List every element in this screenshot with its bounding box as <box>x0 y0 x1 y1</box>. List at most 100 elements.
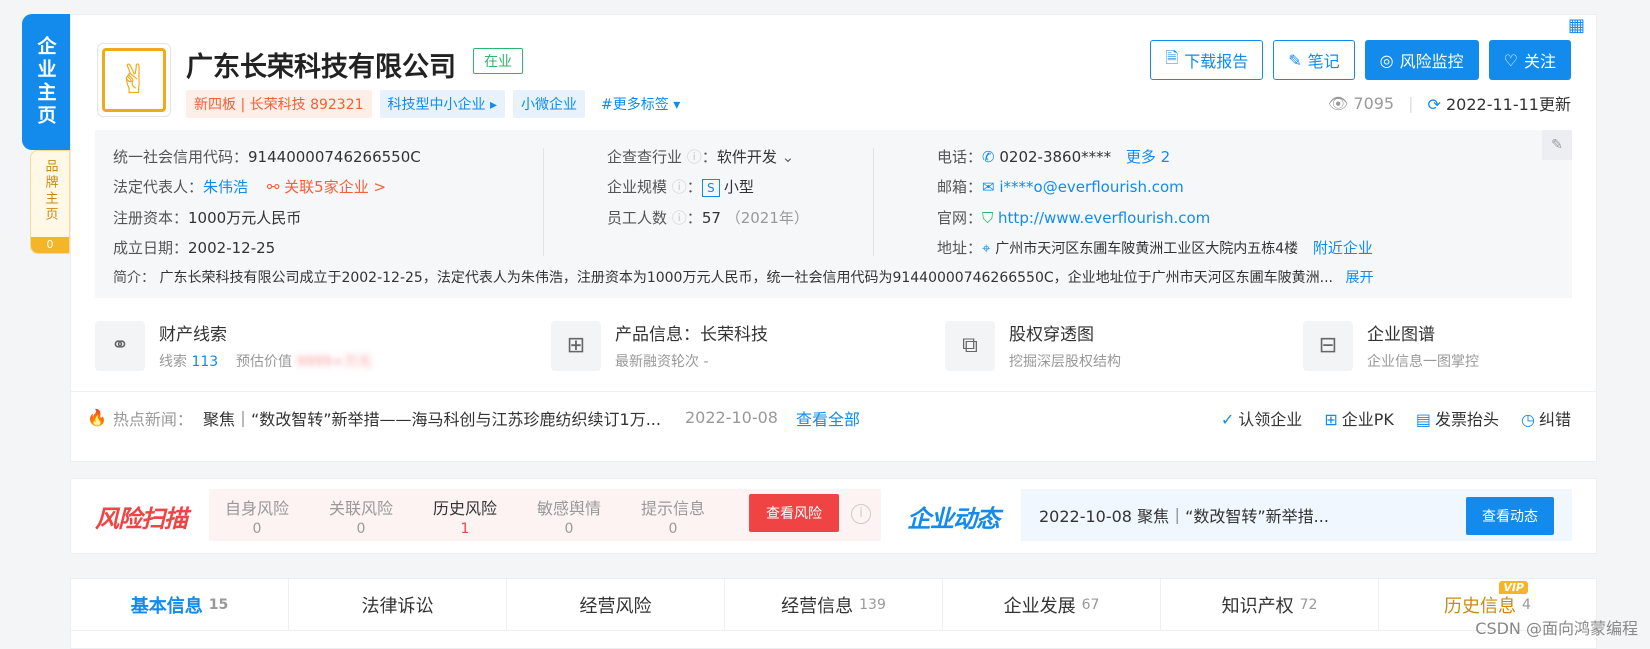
value-label: 预估价值 <box>236 354 292 370</box>
risk-monitor-button[interactable]: ◎ 风险监控 <box>1364 40 1479 80</box>
feature-title: 财产线索 <box>159 325 227 345</box>
heart-icon: ♡ <box>1503 50 1518 70</box>
report-error-label: 纠错 <box>1538 410 1571 429</box>
pdf-icon: 🗎 <box>1165 47 1179 67</box>
tag-stock[interactable]: 新四板 | 长荣科技 892321 <box>186 90 372 118</box>
tab-development[interactable]: 企业发展 67 <box>943 579 1161 630</box>
risk-item[interactable]: 敏感舆情 0 <box>521 495 617 537</box>
feature-equity-chart[interactable]: ⧉ 股权穿透图 挖掘深层股权结构 <box>945 320 1121 371</box>
link-icon: ⚭ <box>95 320 145 371</box>
info-icon[interactable]: i <box>851 504 871 524</box>
network-icon: ⚯ <box>266 178 280 196</box>
view-risk-button[interactable]: 查看风险 <box>749 494 839 532</box>
detail-tabs-card: 基本信息 15 法律诉讼 经营风险 经营信息 139 企业发展 67 知识产权 72 历… <box>70 578 1597 649</box>
more-tags-link[interactable]: #更多标签 ▾ <box>593 90 688 118</box>
clue-label: 线索 <box>159 354 187 370</box>
tag-tech-sme[interactable]: 科技型中小企业 ▸ <box>379 90 505 118</box>
feature-asset-clues[interactable]: ⚭ 财产线索 线索 113 预估价值 9999+万元 <box>95 320 372 371</box>
feature-company-graph[interactable]: ⊟ 企业图谱 企业信息一图掌控 <box>1303 320 1479 371</box>
feature-product-info[interactable]: ⊞ 产品信息：长荣科技 最新融资轮次 - <box>551 320 768 371</box>
feature-title: 企业图谱 <box>1367 325 1435 345</box>
tag-micro[interactable]: 小微企业 <box>513 90 585 118</box>
industry-label: 企查查行业 <box>607 148 683 166</box>
fire-icon: 🔥 <box>87 408 107 427</box>
feature-sub: 企业信息一图掌控 <box>1367 354 1479 370</box>
feature-sub: 线索 113 预估价值 9999+万元 <box>159 351 372 371</box>
location-pin-icon: ⌖ <box>982 239 996 257</box>
tab-count: 67 <box>1081 596 1100 613</box>
founded-row: 成立日期：2002-12-25 <box>113 237 275 258</box>
risk-item-count: 0 <box>356 521 366 537</box>
email-label: 邮箱： <box>937 178 983 196</box>
phone-label: 电话： <box>937 148 983 166</box>
hot-news-label: 热点新闻： <box>112 409 193 429</box>
dynamics-text[interactable]: 2022-10-08 聚焦｜“数改智转”新举措... <box>1039 503 1329 527</box>
claim-company-button[interactable]: ✓ 认领企业 <box>1221 406 1302 430</box>
risk-item[interactable]: 提示信息 0 <box>625 495 721 537</box>
qr-code-icon[interactable]: ▦ <box>1568 15 1590 37</box>
staff-row: 员工人数 ⓘ：57 （2021年） <box>607 209 809 227</box>
risk-item-label: 关联风险 <box>328 499 393 518</box>
note-label: 笔记 <box>1307 52 1340 71</box>
tab-label: 基本信息 <box>130 595 203 617</box>
intro-text: 广东长荣科技有限公司成立于2002-12-25，法定代表人为朱伟浩，注册资本为1… <box>159 270 1333 286</box>
legal-rep-label: 法定代表人： <box>113 178 204 196</box>
updated: ⟳ 2022-11-11更新 <box>1428 91 1572 115</box>
chevron-down-icon[interactable]: ⌄ <box>782 148 795 166</box>
views-count: 7095 <box>1353 93 1395 113</box>
risk-item-label: 自身风险 <box>224 499 289 518</box>
feature-sub: 最新融资轮次 - <box>615 354 709 370</box>
pencil-icon[interactable]: ✎ <box>1542 130 1572 160</box>
website-link[interactable]: http://www.everflourish.com <box>998 209 1210 227</box>
expand-link[interactable]: 展开 <box>1345 270 1373 286</box>
legal-rep-link[interactable]: 朱伟浩 <box>203 178 248 196</box>
feature-title: 产品信息：长荣科技 <box>615 325 768 345</box>
tab-legal[interactable]: 法律诉讼 <box>289 579 507 630</box>
hot-news-link[interactable]: 聚焦｜“数改智转”新举措——海马科创与江苏珍鹿纺织续订1万... <box>203 406 661 430</box>
news-actions: ✓ 认领企业 ⊞ 企业PK ▤ 发票抬头 ◷ 纠错 <box>1221 392 1571 444</box>
view-dynamics-button[interactable]: 查看动态 <box>1466 497 1554 535</box>
graph-icon: ⊟ <box>1303 320 1353 371</box>
dynamics-panel: 2022-10-08 聚焦｜“数改智转”新举措... 查看动态 <box>1021 489 1572 541</box>
tab-label: 经营风险 <box>579 595 652 617</box>
invoice-title-button[interactable]: ▤ 发票抬头 <box>1416 406 1499 430</box>
risk-item-count: 0 <box>252 521 262 537</box>
meta-line: 👁 7095 | ⟳ 2022-11-11更新 <box>1328 91 1571 115</box>
tab-business-info[interactable]: 经营信息 139 <box>725 579 943 630</box>
follow-button[interactable]: ♡ 关注 <box>1488 40 1571 80</box>
victory-hand-icon: ✌ <box>102 48 166 112</box>
legal-rep-row: 法定代表人：朱伟浩 ⚯ 关联5家企业 > <box>113 176 386 197</box>
risk-item[interactable]: 自身风险 0 <box>209 495 305 537</box>
email-link[interactable]: i****o@everflourish.com <box>999 178 1183 196</box>
tab-basic-info[interactable]: 基本信息 15 <box>71 579 289 630</box>
hot-news-bar: 🔥 热点新闻： 聚焦｜“数改智转”新举措——海马科创与江苏珍鹿纺织续订1万...… <box>71 391 1596 443</box>
risk-monitor-label: 风险监控 <box>1399 52 1464 71</box>
risk-item[interactable]: 关联风险 0 <box>313 495 409 537</box>
risk-item[interactable]: 历史风险 1 <box>417 495 513 537</box>
detail-tabs: 基本信息 15 法律诉讼 经营风险 经营信息 139 企业发展 67 知识产权 72 历… <box>71 579 1596 631</box>
refresh-icon[interactable]: ⟳ <box>1428 95 1441 114</box>
tab-company-home[interactable]: 企业主页 <box>22 14 70 150</box>
credit-code-label: 统一社会信用代码： <box>113 148 249 166</box>
related-companies-link[interactable]: ⚯ 关联5家企业 > <box>267 178 386 196</box>
scale-badge: S <box>701 179 720 197</box>
address-row: 地址：⌖ 广州市天河区东圃车陂黄洲工业区大院内五栋4楼 附近企业 <box>937 237 1373 258</box>
status-badge: 在业 <box>473 48 523 74</box>
tab-business-risk[interactable]: 经营风险 <box>507 579 725 630</box>
note-button[interactable]: ✎ 笔记 <box>1273 40 1355 80</box>
download-report-button[interactable]: 🗎 下载报告 <box>1150 40 1264 80</box>
clue-count[interactable]: 113 <box>191 354 218 370</box>
view-all-news-link[interactable]: 查看全部 <box>796 406 860 430</box>
credit-code-value: 91440000746266550C <box>248 148 421 166</box>
company-tags: 新四板 | 长荣科技 892321 科技型中小企业 ▸ 小微企业 #更多标签 ▾ <box>186 90 688 118</box>
report-error-button[interactable]: ◷ 纠错 <box>1521 406 1571 430</box>
more-phones-link[interactable]: 更多 2 <box>1126 148 1170 166</box>
company-pk-button[interactable]: ⊞ 企业PK <box>1324 406 1394 430</box>
tab-ip[interactable]: 知识产权 72 <box>1161 579 1379 630</box>
phone-value: 0202-3860**** <box>999 148 1112 166</box>
founded-value: 2002-12-25 <box>188 239 276 257</box>
tab-brand-home[interactable]: 品牌主页 0 <box>30 150 70 254</box>
nearby-companies-link[interactable]: 附近企业 <box>1313 239 1373 257</box>
email-row: 邮箱：✉ i****o@everflourish.com <box>937 176 1184 197</box>
risk-item-label: 敏感舆情 <box>536 499 601 518</box>
